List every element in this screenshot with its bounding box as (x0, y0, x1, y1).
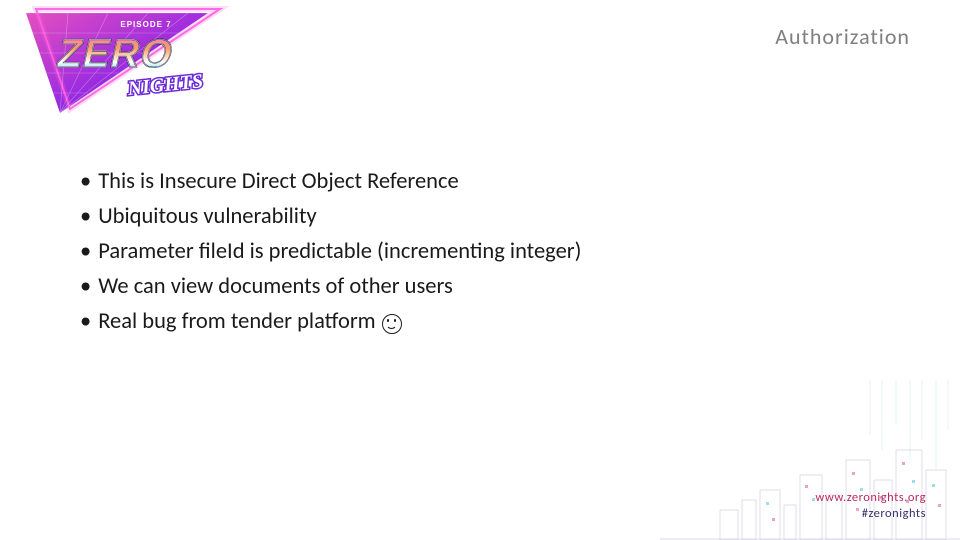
footer-hashtag: #zeronights (815, 506, 926, 522)
page-title: Authorization (775, 23, 910, 50)
bullet-list: • This is Insecure Direct Object Referen… (80, 165, 900, 339)
bullet-text: This is Insecure Direct Object Reference (98, 165, 458, 200)
list-item: • Parameter fileId is predictable (incre… (80, 235, 900, 270)
bullet-icon: • (80, 305, 91, 340)
bullet-text: Parameter fileId is predictable (increme… (98, 235, 581, 270)
footer-url: www.zeronights.org (815, 490, 926, 506)
bullet-icon: • (80, 270, 91, 305)
list-item: • This is Insecure Direct Object Referen… (80, 165, 900, 200)
smiley-icon (382, 314, 402, 334)
brand-logo: EPISODE 7 ZERO ZERO NIGHTS (8, 5, 238, 125)
bullet-icon: • (80, 235, 91, 270)
bullet-icon: • (80, 165, 91, 200)
list-item: • Ubiquitous vulnerability (80, 200, 900, 235)
bullet-icon: • (80, 200, 91, 235)
bullet-text: Ubiquitous vulnerability (98, 200, 316, 235)
slide: EPISODE 7 ZERO ZERO NIGHTS Authorization… (0, 0, 960, 540)
list-item: • We can view documents of other users (80, 270, 900, 305)
bullet-text: Real bug from tender platform (98, 305, 375, 340)
bullet-text: We can view documents of other users (98, 270, 453, 305)
zero-nights-logo-icon: EPISODE 7 ZERO ZERO NIGHTS (8, 5, 238, 125)
list-item: • Real bug from tender platform (80, 305, 900, 340)
footer-branding: www.zeronights.org #zeronights (815, 490, 926, 523)
logo-episode-text: EPISODE 7 (120, 20, 171, 29)
svg-text:ZERO: ZERO (53, 30, 178, 75)
